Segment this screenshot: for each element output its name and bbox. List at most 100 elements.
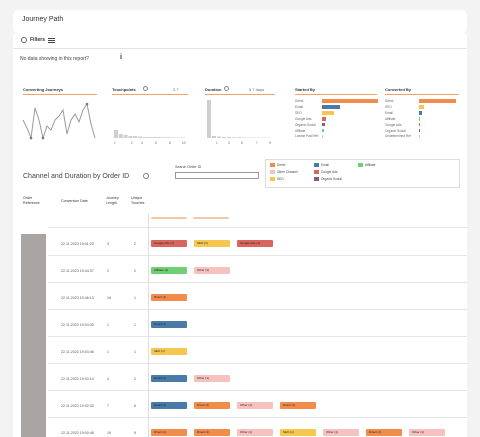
journey-step-chip[interactable]: Email (1) bbox=[151, 375, 187, 382]
converting-underline bbox=[23, 94, 97, 95]
journey-length: 3 bbox=[107, 242, 109, 246]
legend-item[interactable]: Email bbox=[314, 163, 329, 167]
channel-bar[interactable] bbox=[419, 105, 425, 109]
channel-label: Undetermined Ref bbox=[385, 134, 411, 139]
journey-length: 19 bbox=[107, 431, 111, 435]
journey-step-chip[interactable]: Direct (1) bbox=[280, 402, 316, 409]
touchpoints-info-icon[interactable] bbox=[143, 86, 148, 91]
row-divider bbox=[48, 390, 467, 391]
started-underline bbox=[295, 94, 377, 95]
collapse-icon[interactable] bbox=[21, 37, 27, 43]
legend-item[interactable]: Other Channel bbox=[270, 170, 298, 174]
channel-bar[interactable] bbox=[419, 111, 422, 115]
info-icon[interactable]: i bbox=[120, 54, 122, 61]
duration-tick: 1 bbox=[216, 141, 218, 145]
partial-chip bbox=[151, 217, 187, 219]
touchpoints-bar bbox=[114, 130, 118, 138]
channel-bar[interactable] bbox=[419, 99, 456, 103]
journey-step-chip[interactable]: Other (1) bbox=[194, 267, 230, 274]
channel-bar[interactable] bbox=[322, 128, 324, 133]
channel-bar[interactable] bbox=[419, 122, 420, 127]
channel-bar[interactable] bbox=[419, 134, 420, 139]
journey-step-chip[interactable]: Other (1) bbox=[237, 402, 273, 409]
channel-bar[interactable] bbox=[322, 105, 340, 109]
col-order-reference[interactable]: Order Reference bbox=[23, 196, 40, 205]
duration-bar bbox=[222, 137, 226, 138]
row-divider bbox=[48, 417, 467, 418]
journey-step-chip[interactable]: Direct (1) bbox=[194, 402, 230, 409]
journey-step-chip[interactable]: SEO (1) bbox=[280, 429, 316, 436]
journey-length: 1 bbox=[107, 350, 109, 354]
journey-step-chip[interactable]: Email (1) bbox=[151, 402, 187, 409]
legend-item[interactable]: Direct bbox=[270, 163, 285, 167]
touchpoints-histogram bbox=[114, 130, 186, 138]
touchpoints-bar bbox=[133, 136, 138, 138]
legend-item[interactable]: Google Ads bbox=[314, 170, 337, 174]
column-separator bbox=[148, 214, 149, 437]
row-divider bbox=[48, 363, 467, 364]
journey-step-chip[interactable]: SEO (1) bbox=[151, 348, 187, 355]
search-label: Search Order ID bbox=[175, 165, 202, 169]
converting-point bbox=[85, 102, 89, 106]
journey-step-chip[interactable]: Email (1) bbox=[151, 321, 187, 328]
started-title: Started By bbox=[295, 87, 316, 92]
duration-bar bbox=[237, 137, 241, 138]
order-reference-column bbox=[21, 234, 46, 437]
duration-bar bbox=[217, 136, 221, 138]
journey-length: 1 bbox=[107, 323, 109, 327]
legend-item[interactable]: SEO bbox=[270, 177, 284, 181]
touchpoints-bar bbox=[171, 137, 176, 138]
channel-label: Affiliate bbox=[385, 116, 396, 121]
duration-bar bbox=[232, 137, 236, 138]
journey-step-chip[interactable]: Direct (1) bbox=[151, 294, 187, 301]
conversion-date: 22.11.2023 19:04:30 bbox=[61, 323, 94, 327]
channel-bar[interactable] bbox=[419, 128, 420, 133]
section-info-icon[interactable] bbox=[143, 173, 149, 179]
channel-bar[interactable] bbox=[322, 122, 325, 127]
journey-step-chip[interactable]: Other (1) bbox=[237, 429, 273, 436]
search-order-input[interactable] bbox=[175, 172, 259, 179]
journey-step-chip[interactable]: Affiliate (1) bbox=[151, 267, 187, 274]
channel-bar[interactable] bbox=[322, 99, 378, 103]
channel-bar[interactable] bbox=[322, 117, 326, 121]
journey-step-chip[interactable]: Other (1) bbox=[323, 429, 359, 436]
converting-line bbox=[22, 102, 96, 140]
col-journey-length[interactable]: Journey Length bbox=[106, 196, 119, 205]
legend-label: Direct bbox=[277, 163, 286, 167]
legend-label: Affiliate bbox=[365, 163, 376, 167]
channel-label: Direct bbox=[295, 99, 304, 103]
filters-toggle[interactable]: Filters bbox=[21, 37, 56, 43]
legend-item[interactable]: Organic Social bbox=[314, 177, 342, 181]
journey-length: 7 bbox=[107, 404, 109, 408]
converting-point bbox=[29, 136, 33, 140]
journey-step-chip[interactable]: Direct (1) bbox=[151, 429, 187, 436]
unique-touches: 6 bbox=[134, 404, 136, 408]
journey-step-chip[interactable]: Google Ads (1) bbox=[151, 240, 187, 247]
legend-swatch bbox=[358, 163, 363, 167]
journey-step-chip[interactable]: Other (1) bbox=[194, 375, 230, 382]
channel-label: Organic Social bbox=[295, 122, 316, 127]
conversion-date: 22.11.2023 19:00:48 bbox=[61, 431, 94, 435]
col-conversion-date[interactable]: Conversion Date bbox=[61, 199, 88, 204]
col-unique-touches[interactable]: Unique Touches bbox=[131, 196, 144, 205]
channel-bar[interactable] bbox=[419, 117, 421, 121]
channel-label: Google Ads bbox=[295, 116, 312, 121]
journey-step-chip[interactable]: Direct (1) bbox=[366, 429, 402, 436]
touchpoints-bar bbox=[166, 137, 171, 138]
channel-label: Organic Social bbox=[385, 128, 406, 133]
journey-step-chip[interactable]: SEO (1) bbox=[194, 240, 230, 247]
duration-info-icon[interactable] bbox=[224, 86, 229, 91]
journey-step-chip[interactable]: Google Ads (1) bbox=[237, 240, 273, 247]
channel-bar[interactable] bbox=[322, 134, 324, 139]
duration-bar bbox=[227, 137, 231, 138]
journey-step-chip[interactable]: Direct (1) bbox=[194, 429, 230, 436]
conversion-date: 22.11.2023 19:03:14 bbox=[61, 377, 94, 381]
journey-step-chip[interactable]: Other (1) bbox=[409, 429, 445, 436]
touchpoints-bar bbox=[142, 137, 147, 138]
channel-bar[interactable] bbox=[322, 111, 335, 115]
legend-item[interactable]: Affiliate bbox=[358, 163, 375, 167]
no-data-link[interactable]: No data showing in this report? bbox=[20, 56, 89, 62]
main-card: Filters No data showing in this report? … bbox=[13, 34, 467, 437]
duration-tick: 9 bbox=[269, 141, 271, 145]
menu-icon[interactable] bbox=[48, 37, 56, 43]
